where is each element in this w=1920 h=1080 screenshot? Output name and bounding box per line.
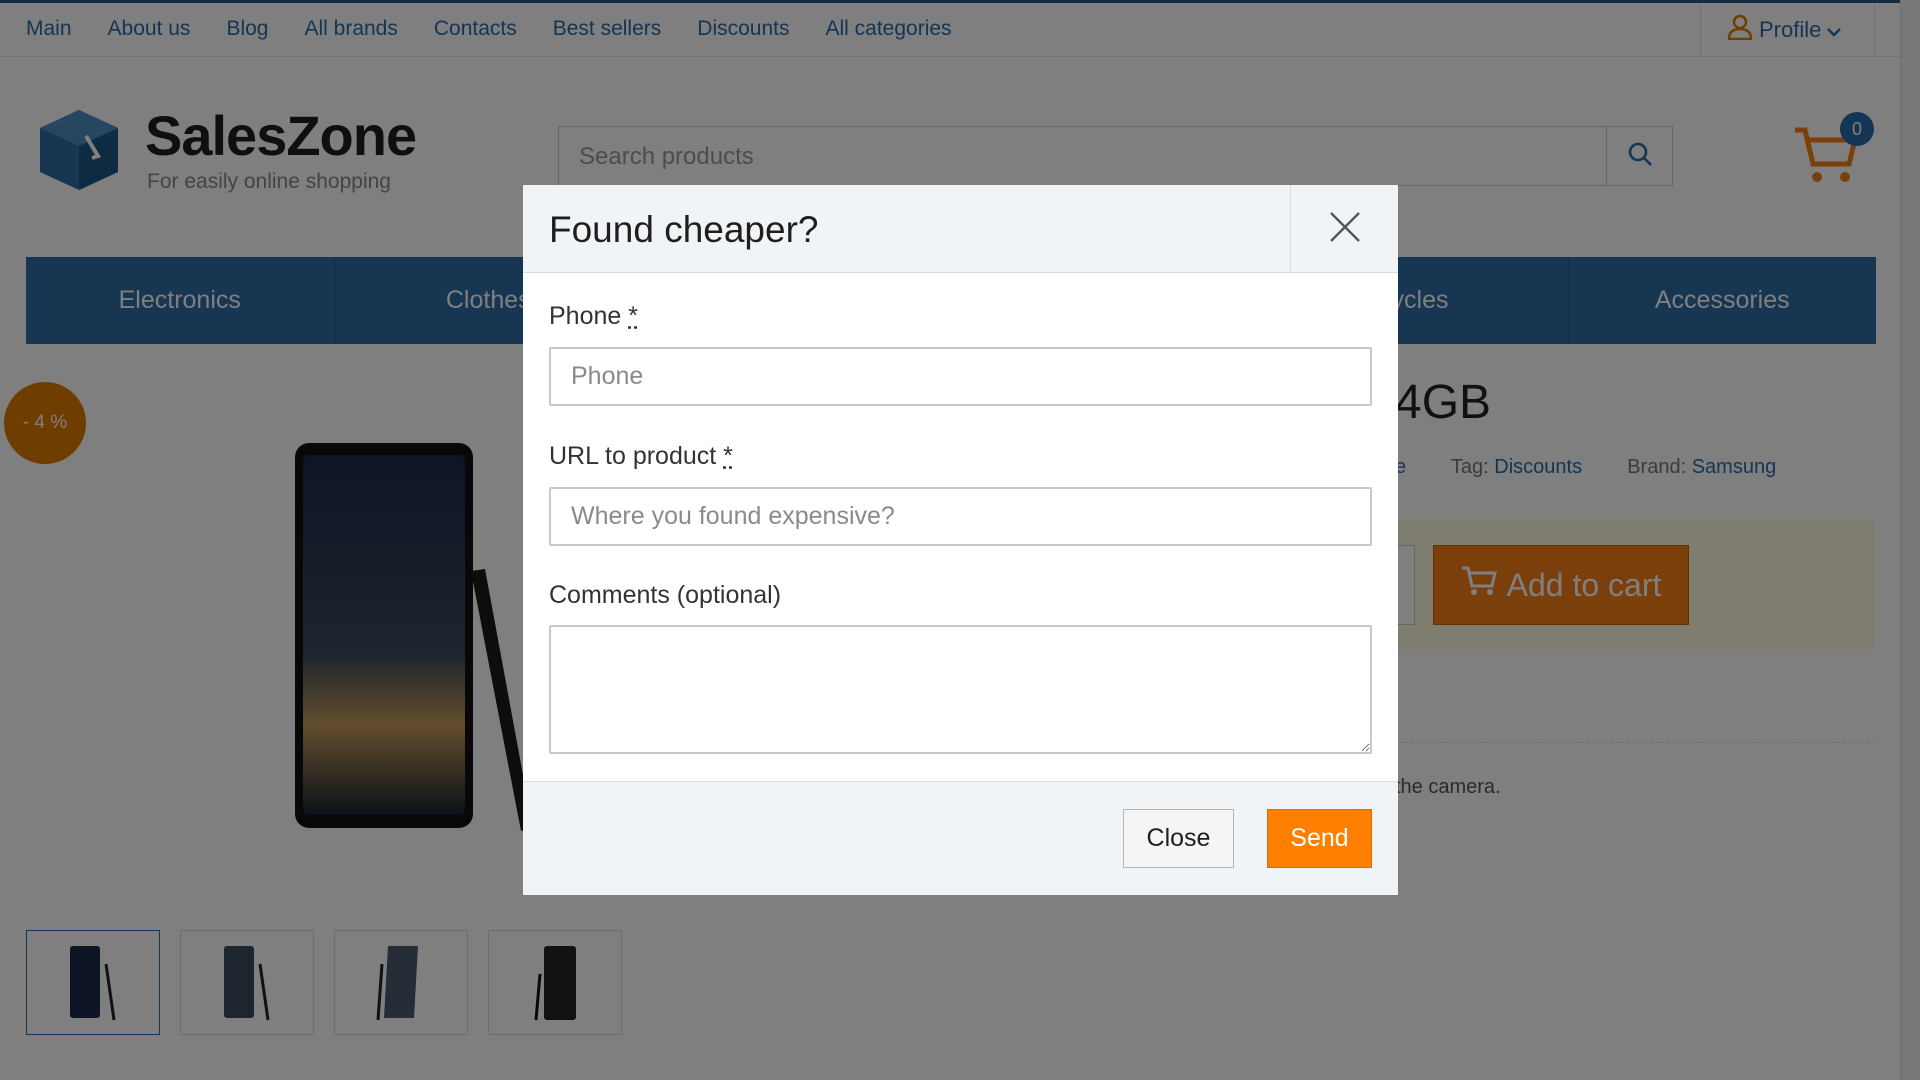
dialog-footer: Close Send — [523, 781, 1398, 895]
page: Main About us Blog All brands Contacts B… — [0, 0, 1920, 1080]
url-field[interactable] — [549, 487, 1372, 546]
comments-field[interactable] — [549, 625, 1372, 754]
required-mark: * — [723, 442, 733, 470]
comments-label: Comments (optional) — [549, 581, 782, 609]
phone-label: Phone * — [549, 302, 638, 331]
dialog-title: Found cheaper? — [549, 209, 819, 250]
dialog-close-button[interactable] — [1290, 185, 1398, 273]
found-cheaper-dialog: Found cheaper? Phone * URL to product * … — [523, 185, 1398, 895]
url-label: URL to product * — [549, 442, 733, 471]
required-mark: * — [628, 302, 638, 330]
dialog-header: Found cheaper? — [523, 185, 1398, 273]
close-icon — [1329, 211, 1361, 248]
url-label-text: URL to product — [549, 442, 717, 470]
phone-field[interactable] — [549, 347, 1372, 406]
close-button[interactable]: Close — [1123, 809, 1234, 868]
send-button[interactable]: Send — [1267, 809, 1372, 868]
phone-label-text: Phone — [549, 302, 622, 330]
